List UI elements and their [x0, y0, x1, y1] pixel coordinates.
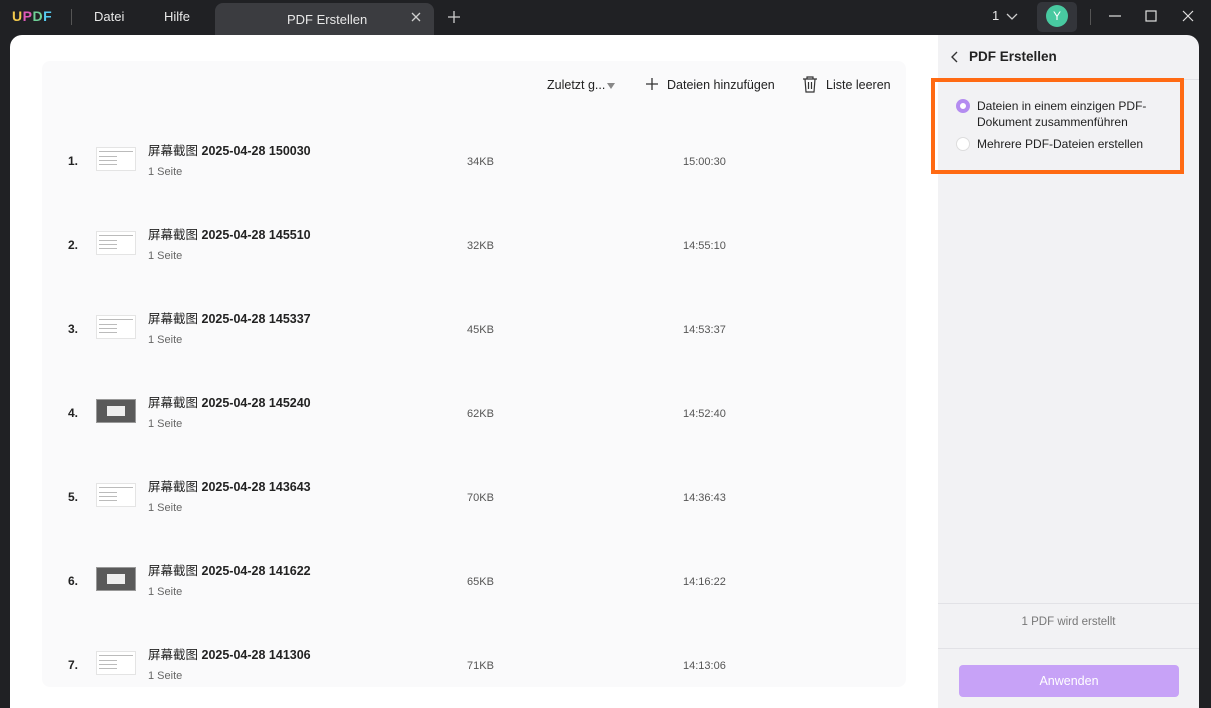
menu-hilfe[interactable]: Hilfe [164, 9, 190, 24]
maximize-icon[interactable] [1144, 9, 1158, 23]
row-index: 1. [68, 154, 79, 168]
file-thumbnail [96, 147, 136, 171]
list-item[interactable]: 7. 屏幕截图 2025-04-28 141306 1 Seite 71KB 14:13… [42, 600, 906, 684]
sort-dropdown[interactable]: Zuletzt g... [547, 78, 605, 92]
list-item[interactable]: 2. 屏幕截图 2025-04-28 145510 1 Seite 32KB 14:55… [42, 180, 906, 264]
window-close-icon[interactable] [1181, 9, 1195, 23]
file-thumbnail [96, 231, 136, 255]
file-name-date: 2025-04-28 141622 [201, 564, 311, 578]
file-time: 14:55:10 [683, 240, 726, 252]
add-tab-icon[interactable] [447, 10, 461, 24]
file-size: 62KB [467, 408, 494, 420]
file-name-prefix: 屏幕截图 [148, 228, 199, 242]
status-divider-top [938, 603, 1199, 604]
file-thumbnail [96, 651, 136, 675]
file-name: 屏幕截图 2025-04-28 145510 [148, 224, 311, 243]
chevron-down-icon[interactable] [1006, 11, 1018, 21]
file-size: 32KB [467, 240, 494, 252]
file-time: 15:00:30 [683, 156, 726, 168]
file-name: 屏幕截图 2025-04-28 143643 [148, 476, 311, 495]
file-name-date: 2025-04-28 145510 [201, 228, 311, 242]
file-name: 屏幕截图 2025-04-28 145240 [148, 392, 311, 411]
file-page-count: 1 Seite [148, 502, 183, 514]
file-name-prefix: 屏幕截图 [148, 312, 199, 326]
menu-datei[interactable]: Datei [94, 9, 124, 24]
row-index: 6. [68, 574, 79, 588]
app-logo[interactable]: UPDF [12, 8, 52, 24]
file-name: 屏幕截图 2025-04-28 150030 [148, 140, 311, 159]
file-time: 14:36:43 [683, 492, 726, 504]
file-size: 34KB [467, 156, 494, 168]
close-icon[interactable] [409, 10, 423, 24]
list-item[interactable]: 4. 屏幕截图 2025-04-28 145240 1 Seite 62KB 14:52… [42, 348, 906, 432]
row-index: 7. [68, 658, 79, 672]
plus-icon[interactable] [646, 78, 658, 90]
file-time: 14:13:06 [683, 660, 726, 672]
trash-icon[interactable] [802, 76, 818, 93]
row-index: 2. [68, 238, 79, 252]
tab-pdf-erstellen[interactable]: PDF Erstellen [215, 3, 434, 35]
apply-button[interactable]: Anwenden [959, 665, 1179, 697]
file-name-prefix: 屏幕截图 [148, 648, 199, 662]
title-divider-right [1090, 9, 1091, 25]
file-name-date: 2025-04-28 143643 [201, 480, 311, 494]
file-name-date: 2025-04-28 150030 [201, 144, 311, 158]
file-thumbnail [96, 399, 136, 423]
file-size: 45KB [467, 324, 494, 336]
list-item[interactable]: 6. 屏幕截图 2025-04-28 141622 1 Seite 65KB 14:16… [42, 516, 906, 600]
file-name-date: 2025-04-28 145240 [201, 396, 311, 410]
file-size: 71KB [467, 660, 494, 672]
title-divider [71, 9, 72, 25]
clear-list-button[interactable]: Liste leeren [826, 78, 891, 92]
file-page-count: 1 Seite [148, 418, 183, 430]
row-index: 3. [68, 322, 79, 336]
file-name: 屏幕截图 2025-04-28 145337 [148, 308, 311, 327]
file-list-card: Zuletzt g... Dateien hinzufügen Liste le… [42, 61, 906, 687]
list-item[interactable]: 3. 屏幕截图 2025-04-28 145337 1 Seite 45KB 14:53… [42, 264, 906, 348]
file-thumbnail [96, 315, 136, 339]
file-name-prefix: 屏幕截图 [148, 396, 199, 410]
file-name-date: 2025-04-28 145337 [201, 312, 311, 326]
page-indicator[interactable]: 1 [992, 8, 999, 23]
file-size: 70KB [467, 492, 494, 504]
file-page-count: 1 Seite [148, 250, 183, 262]
file-page-count: 1 Seite [148, 670, 183, 682]
panel-title: PDF Erstellen [969, 49, 1057, 64]
file-time: 14:16:22 [683, 576, 726, 588]
file-time: 14:52:40 [683, 408, 726, 420]
file-name: 屏幕截图 2025-04-28 141622 [148, 560, 311, 579]
file-page-count: 1 Seite [148, 334, 183, 346]
title-bar: UPDF Datei Hilfe PDF Erstellen 1 Y [0, 0, 1211, 35]
account-button[interactable]: Y [1037, 2, 1077, 32]
status-text: 1 PDF wird erstellt [1021, 616, 1116, 628]
file-name-prefix: 屏幕截图 [148, 144, 199, 158]
minimize-icon[interactable] [1108, 9, 1122, 23]
file-time: 14:53:37 [683, 324, 726, 336]
list-item[interactable]: 1. 屏幕截图 2025-04-28 150030 1 Seite 34KB 15:00… [42, 96, 906, 180]
avatar: Y [1046, 5, 1068, 27]
file-name-date: 2025-04-28 141306 [201, 648, 311, 662]
row-index: 4. [68, 406, 79, 420]
panel-header: PDF Erstellen [938, 35, 1199, 79]
tab-title: PDF Erstellen [287, 12, 368, 27]
row-index: 5. [68, 490, 79, 504]
file-page-count: 1 Seite [148, 166, 183, 178]
file-page-count: 1 Seite [148, 586, 183, 598]
main-area: Zuletzt g... Dateien hinzufügen Liste le… [10, 35, 938, 708]
file-name: 屏幕截图 2025-04-28 141306 [148, 644, 311, 663]
settings-panel: PDF Erstellen Dateien in einem einzigen … [931, 35, 1199, 708]
file-name-prefix: 屏幕截图 [148, 480, 199, 494]
highlight-box [931, 78, 1184, 174]
file-thumbnail [96, 567, 136, 591]
file-size: 65KB [467, 576, 494, 588]
back-icon[interactable] [951, 51, 959, 63]
file-thumbnail [96, 483, 136, 507]
list-item[interactable]: 5. 屏幕截图 2025-04-28 143643 1 Seite 70KB 14:36… [42, 432, 906, 516]
status-divider-bottom [938, 648, 1199, 649]
add-files-button[interactable]: Dateien hinzufügen [667, 78, 775, 92]
caret-down-icon[interactable] [607, 83, 615, 89]
file-name-prefix: 屏幕截图 [148, 564, 199, 578]
